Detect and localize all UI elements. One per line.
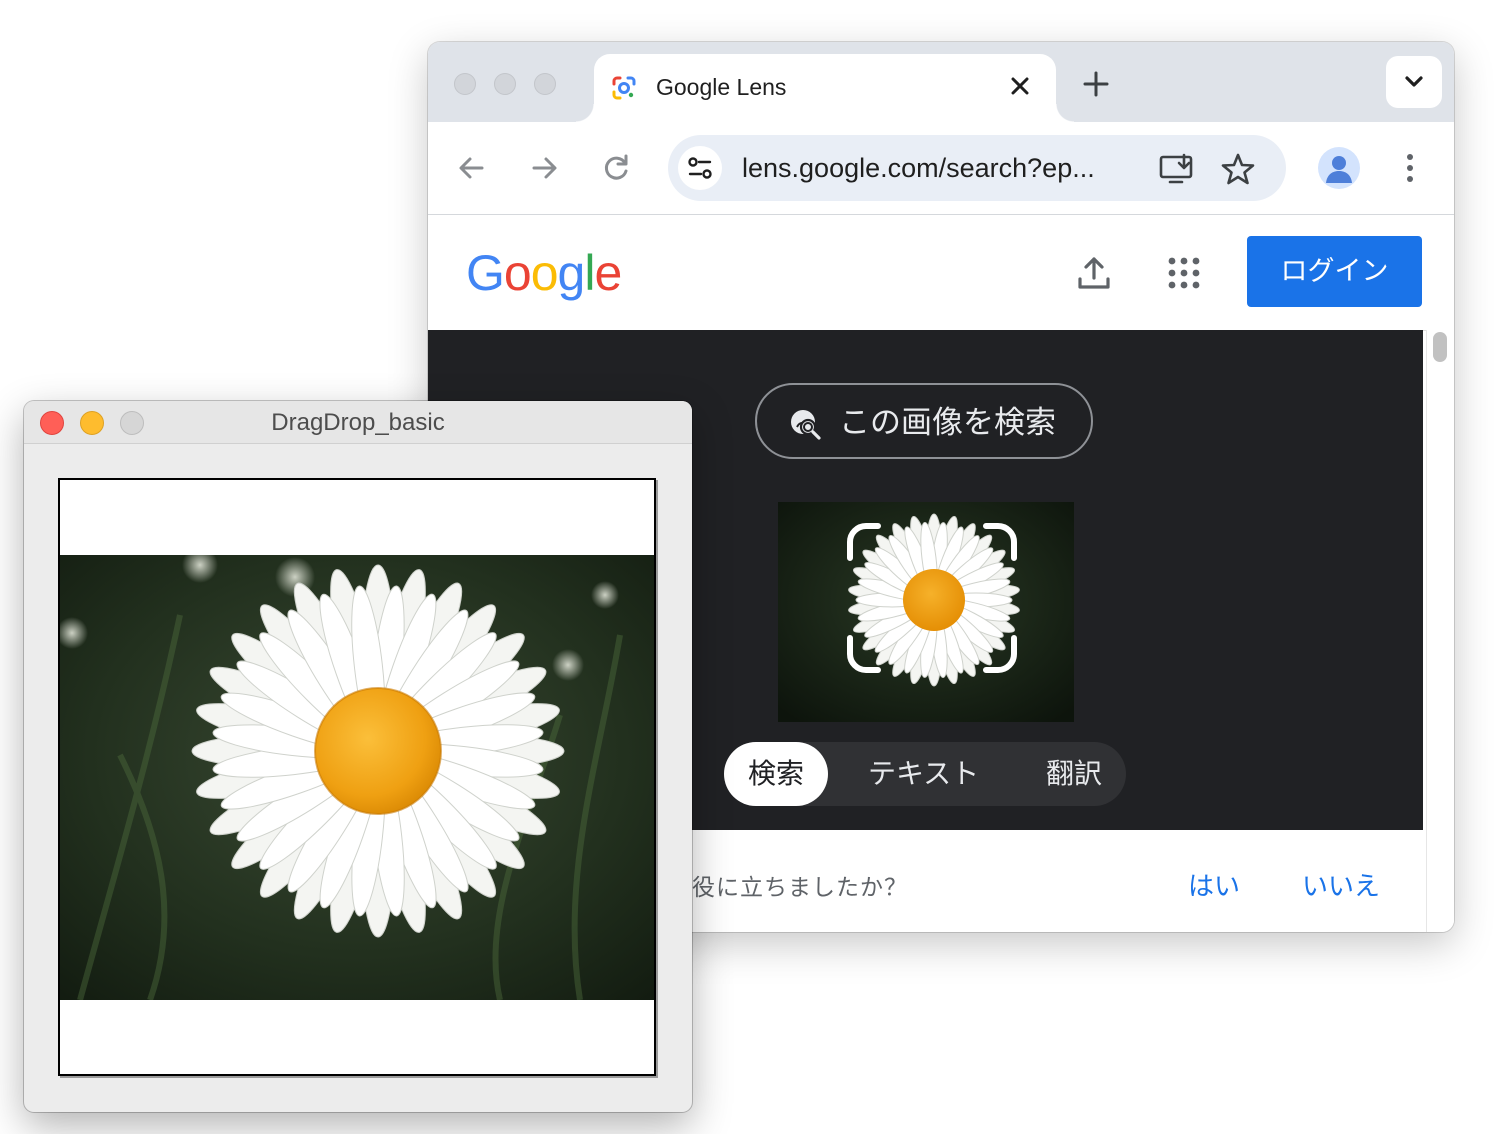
close-window-button[interactable]: [454, 73, 476, 95]
url-text: lens.google.com/search?ep...: [742, 153, 1095, 183]
plus-icon[interactable]: [1076, 64, 1116, 104]
dragdrop-window: DragDrop_basic: [24, 401, 692, 1112]
page-scrollbar[interactable]: [1426, 330, 1454, 932]
person-icon: [1326, 156, 1352, 183]
close-icon[interactable]: [1002, 68, 1038, 104]
star-icon[interactable]: [1216, 147, 1260, 191]
feedback-yes-link[interactable]: はい: [1188, 866, 1240, 903]
mode-search-tab[interactable]: 検索: [724, 742, 828, 806]
more-vert-icon[interactable]: [1390, 146, 1430, 190]
window-title: DragDrop_basic: [271, 409, 445, 436]
tune-icon: [688, 157, 712, 179]
daisy-image: [60, 555, 654, 1000]
lens-mode-switch: 検索 テキスト 翻訳: [724, 742, 1126, 806]
scrollbar-thumb[interactable]: [1433, 332, 1447, 362]
login-button[interactable]: ログイン: [1247, 236, 1422, 307]
toolbar: lens.google.com/search?ep...: [428, 122, 1454, 215]
google-logo[interactable]: Google: [466, 245, 622, 301]
address-bar[interactable]: lens.google.com/search?ep...: [668, 135, 1286, 201]
google-lens-icon: [612, 76, 636, 100]
tab-google-lens[interactable]: Google Lens: [576, 54, 1074, 122]
image-drop-area[interactable]: [58, 478, 656, 1076]
feedback-question: 役に立ちましたか？: [692, 874, 908, 900]
minimize-window-button[interactable]: [494, 73, 516, 95]
image-search-icon: [791, 410, 821, 440]
site-info-button[interactable]: [678, 146, 722, 190]
reload-icon[interactable]: [594, 146, 638, 190]
chevron-down-icon: [1405, 76, 1423, 87]
upload-icon[interactable]: [1072, 251, 1116, 295]
arrow-back-icon[interactable]: [450, 146, 494, 190]
mode-text-tab[interactable]: テキスト: [868, 742, 979, 806]
tab-search-button[interactable]: [1386, 56, 1442, 108]
profile-avatar[interactable]: [1318, 147, 1360, 189]
daisy-photo[interactable]: [60, 555, 654, 1000]
mode-translate-tab[interactable]: 翻訳: [1046, 742, 1102, 806]
install-app-icon[interactable]: [1154, 147, 1198, 191]
apps-grid-icon[interactable]: [1162, 251, 1206, 295]
tab-strip: Google Lens: [428, 42, 1454, 122]
tab-title: Google Lens: [656, 74, 787, 100]
zoom-window-button[interactable]: [534, 73, 556, 95]
google-header: Google ログイン: [428, 215, 1454, 331]
search-image-label: この画像を検索: [839, 405, 1056, 440]
selected-image-preview[interactable]: [778, 502, 1074, 722]
feedback-no-link[interactable]: いいえ: [1302, 866, 1380, 903]
window-titlebar[interactable]: DragDrop_basic: [24, 401, 692, 444]
daisy-thumbnail: [778, 502, 1074, 722]
arrow-forward-icon[interactable]: [522, 146, 566, 190]
search-image-button[interactable]: この画像を検索: [755, 383, 1093, 459]
